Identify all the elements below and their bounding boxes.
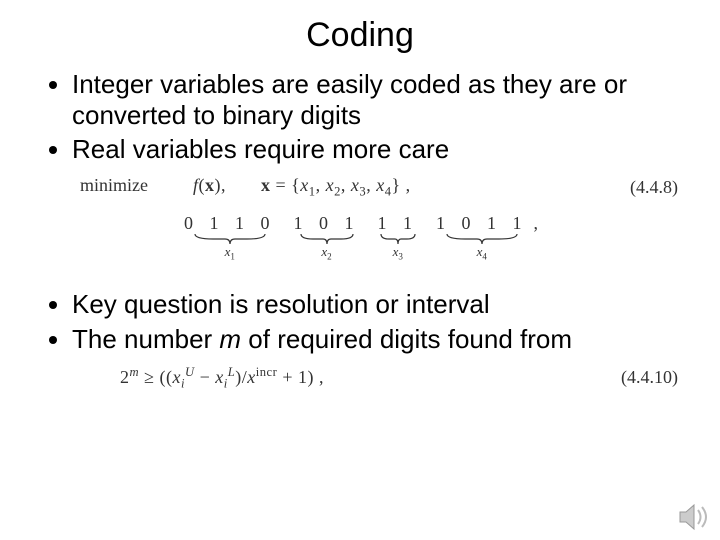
binary-brace-diagram: 0 1 1 0 x1 1 0 1 x2 1 1 x3 1 0 1 1 x4 , [150,214,570,262]
brace-label: x3 [393,244,403,262]
bullets-bottom: Key question is resolution or interval T… [30,289,690,354]
equation-body: minimize f(x), x = {x1, x2, x3, x4} , [80,175,411,200]
brace-label: x2 [321,244,331,262]
equation-body: 2m ≥ ((xiU − xiL)/xincr + 1) , [120,365,324,392]
bullet: Real variables require more care [72,134,690,165]
digits: 0 1 1 0 [182,214,278,232]
slide-title: Coding [30,16,690,55]
digits: 1 1 [376,214,421,232]
audio-icon[interactable] [676,502,712,532]
eq-fx: f(x), [193,175,226,195]
equation-resolution: 2m ≥ ((xiU − xiL)/xincr + 1) , (4.4.10) [30,365,690,392]
digits: 1 0 1 1 [434,214,530,232]
bullets-top: Integer variables are easily coded as th… [30,69,690,165]
brace-label: x1 [225,244,235,262]
equation-number: (4.4.8) [630,177,678,198]
digits: 1 0 1 [292,214,362,232]
minimize-word: minimize [80,175,148,195]
trailing-comma: , [534,214,539,232]
bullet: Integer variables are easily coded as th… [72,69,690,130]
equation-number: (4.4.10) [621,367,678,388]
equation-minimize: minimize f(x), x = {x1, x2, x3, x4} , (4… [30,175,690,200]
slide: Coding Integer variables are easily code… [0,0,720,540]
eq-xdef: x = {x1, x2, x3, x4} , [261,175,411,195]
brace-group-x4: 1 0 1 1 x4 [434,214,530,262]
bullet: Key question is resolution or interval [72,289,690,320]
brace-label: x4 [477,244,487,262]
brace-group-x1: 0 1 1 0 x1 [182,214,278,262]
bullet: The number m of required digits found fr… [72,324,690,355]
brace-group-x2: 1 0 1 x2 [292,214,362,262]
brace-group-x3: 1 1 x3 [376,214,421,262]
